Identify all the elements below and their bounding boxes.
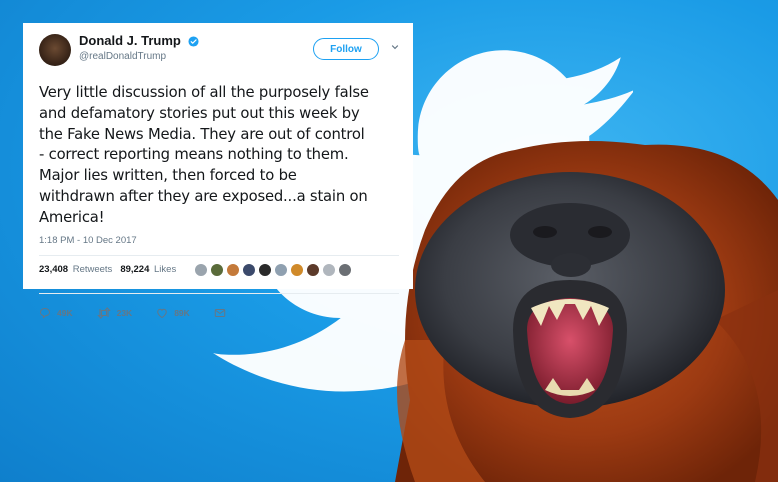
follow-button[interactable]: Follow xyxy=(313,38,379,60)
display-name[interactable]: Donald J. Trump xyxy=(79,33,181,48)
tweet-header: Donald J. Trump @realDonaldTrump Follow xyxy=(39,34,399,76)
tweet-actions: 49K 23K 89K xyxy=(39,300,399,326)
tweet-stats: 23,408 Retweets 89,224 Likes xyxy=(39,256,399,284)
liker-avatar[interactable] xyxy=(194,262,209,277)
chevron-down-icon[interactable] xyxy=(391,43,399,51)
like-button[interactable]: 89K xyxy=(156,307,190,319)
liker-avatar[interactable] xyxy=(338,262,353,277)
author-info: Donald J. Trump @realDonaldTrump xyxy=(79,34,199,64)
liker-avatar[interactable] xyxy=(258,262,273,277)
retweets-label: Retweets xyxy=(72,264,113,276)
liker-avatar[interactable] xyxy=(306,262,321,277)
retweets-count: 23,408 xyxy=(39,264,69,276)
liker-avatar[interactable] xyxy=(226,262,241,277)
like-count: 89K xyxy=(174,307,190,318)
direct-message-icon xyxy=(214,308,226,317)
tweet-timestamp[interactable]: 1:18 PM - 10 Dec 2017 xyxy=(39,235,399,246)
reply-icon xyxy=(39,307,51,319)
retweet-count: 23K xyxy=(116,307,133,318)
liker-avatars[interactable] xyxy=(192,262,353,277)
retweet-icon xyxy=(96,306,111,319)
liker-avatar[interactable] xyxy=(242,262,257,277)
user-handle[interactable]: @realDonaldTrump xyxy=(79,50,199,64)
avatar[interactable] xyxy=(39,34,71,66)
reply-count: 49K xyxy=(57,307,73,318)
like-icon xyxy=(157,308,167,318)
likes-label: Likes xyxy=(154,264,177,276)
tweet-text: Very little discussion of all the purpos… xyxy=(39,84,369,226)
liker-avatar[interactable] xyxy=(210,262,225,277)
likes-stat[interactable]: 89,224 Likes xyxy=(120,264,176,275)
tweet-card: Donald J. Trump @realDonaldTrump Follow … xyxy=(23,23,413,319)
retweets-stat[interactable]: 23,408 Retweets xyxy=(39,264,112,275)
liker-avatar[interactable] xyxy=(290,262,305,277)
verified-icon xyxy=(188,36,199,50)
divider xyxy=(39,292,399,294)
likes-count: 89,224 xyxy=(120,264,150,276)
liker-avatar[interactable] xyxy=(322,262,337,277)
retweet-button[interactable]: 23K xyxy=(96,306,133,319)
reply-button[interactable]: 49K xyxy=(39,307,73,319)
direct-message-button[interactable] xyxy=(214,307,232,319)
liker-avatar[interactable] xyxy=(274,262,289,277)
orangutan-photo xyxy=(395,141,778,482)
